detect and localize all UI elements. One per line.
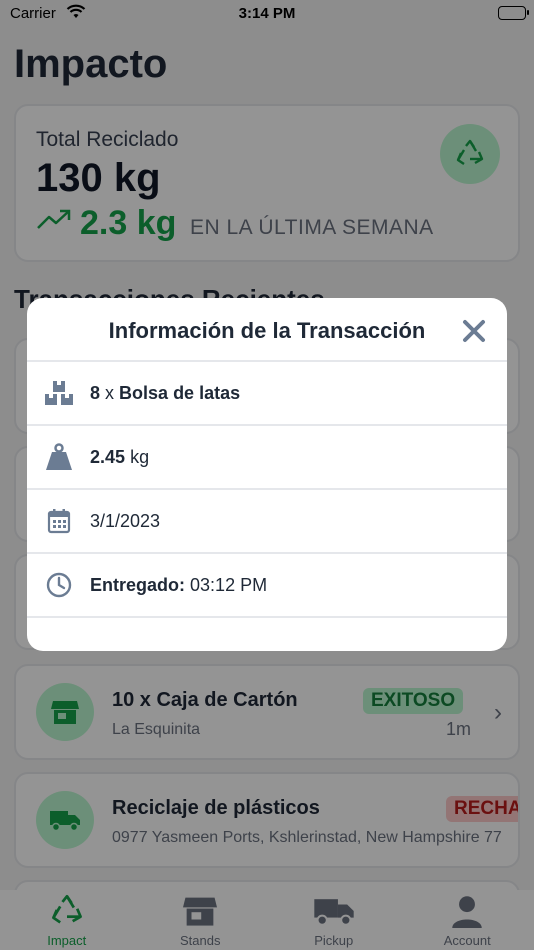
calendar-icon	[44, 506, 74, 536]
close-icon	[463, 320, 485, 342]
delivered-label: Entregado:	[90, 574, 186, 595]
item-quantity: 8	[90, 382, 101, 403]
weight-row: 2.45 kg	[27, 426, 507, 490]
boxes-icon	[44, 378, 74, 408]
item-name: Bolsa de latas	[119, 382, 241, 403]
modal-title: Información de la Transacción	[108, 318, 426, 343]
weight-unit: kg	[130, 446, 150, 467]
weight-value: 2.45	[90, 446, 126, 467]
weight-icon	[44, 442, 74, 472]
transaction-info-modal: Información de la Transacción 8 x Bolsa …	[27, 298, 507, 651]
quantity-row: 8 x Bolsa de latas	[27, 362, 507, 426]
clock-icon	[44, 570, 74, 600]
close-button[interactable]	[461, 318, 487, 344]
quantity-separator: x	[105, 382, 115, 403]
delivered-time: 03:12 PM	[190, 574, 268, 595]
transaction-date: 3/1/2023	[90, 510, 161, 531]
delivered-row: Entregado: 03:12 PM	[27, 554, 507, 618]
date-row: 3/1/2023	[27, 490, 507, 554]
modal-header: Información de la Transacción	[27, 298, 507, 362]
